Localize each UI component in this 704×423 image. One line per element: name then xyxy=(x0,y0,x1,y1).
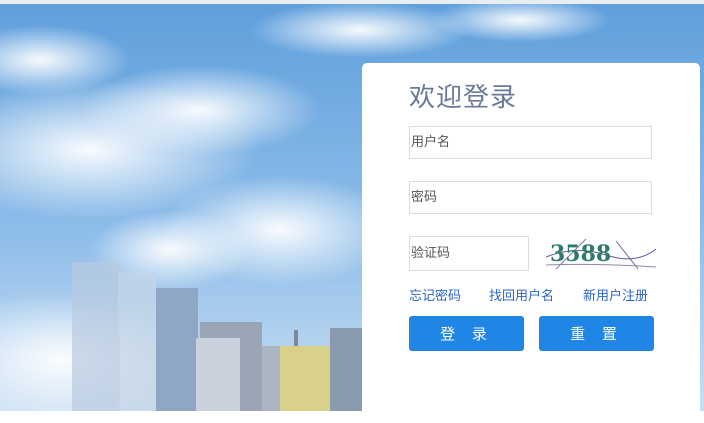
forgot-password-link[interactable]: 忘记密码 xyxy=(409,285,461,304)
reset-button[interactable]: 重 置 xyxy=(539,316,654,351)
password-input[interactable] xyxy=(409,181,652,214)
login-button[interactable]: 登 录 xyxy=(409,316,524,351)
register-link[interactable]: 新用户注册 xyxy=(583,285,648,304)
login-title: 欢迎登录 xyxy=(409,83,518,113)
login-panel: 欢迎登录 3588 忘记密码 找回用户名 新用户注册 登 录 重 置 xyxy=(362,63,700,423)
top-border xyxy=(0,0,704,4)
captcha-text: 3588 xyxy=(550,241,611,267)
find-username-link[interactable]: 找回用户名 xyxy=(489,285,554,304)
captcha-image[interactable]: 3588 xyxy=(546,235,656,271)
username-input[interactable] xyxy=(409,126,652,159)
account-links: 忘记密码 找回用户名 新用户注册 xyxy=(409,285,654,304)
captcha-input[interactable] xyxy=(409,236,529,271)
